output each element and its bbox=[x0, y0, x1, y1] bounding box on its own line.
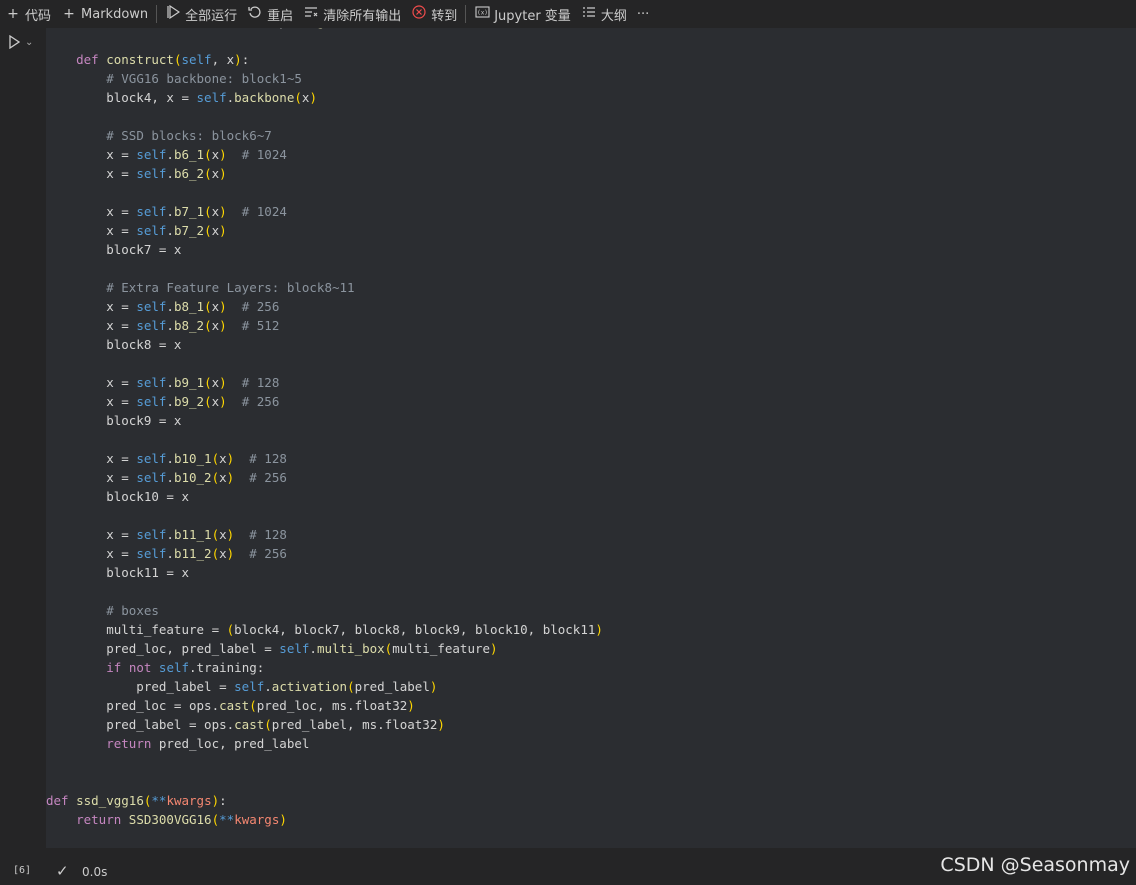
code-line[interactable]: x = self.b9_2(x) # 256 bbox=[46, 392, 603, 411]
goto-label: 转到 bbox=[431, 8, 458, 24]
outline-button[interactable]: 大纲 bbox=[576, 0, 632, 28]
code-line[interactable]: pred_loc = ops.cast(pred_loc, ms.float32… bbox=[46, 696, 603, 715]
code-line[interactable]: # VGG16 backbone: block1~5 bbox=[46, 69, 603, 88]
code-line[interactable]: block10 = x bbox=[46, 487, 603, 506]
run-all-button[interactable]: 全部运行 bbox=[160, 0, 242, 28]
code-line[interactable]: x = self.b10_2(x) # 256 bbox=[46, 468, 603, 487]
run-all-icon bbox=[165, 4, 181, 23]
run-cell-button[interactable]: ⌄ bbox=[8, 35, 33, 49]
code-line[interactable]: block11 = x bbox=[46, 563, 603, 582]
notebook-toolbar: + 代码 + Markdown 全部运行 重启 清除所有输出 转到 (x) Ju… bbox=[0, 0, 1136, 28]
clear-outputs-button[interactable]: 清除所有输出 bbox=[298, 0, 406, 28]
code-line[interactable]: # Extra Feature Layers: block8~11 bbox=[46, 278, 603, 297]
run-icon bbox=[9, 35, 20, 49]
goto-button[interactable]: 转到 bbox=[406, 0, 462, 28]
more-icon: ··· bbox=[636, 6, 650, 22]
add-markdown-cell-button[interactable]: + Markdown bbox=[56, 0, 153, 28]
code-line[interactable]: ​ bbox=[46, 183, 603, 202]
plus-icon: + bbox=[63, 6, 75, 22]
code-line[interactable]: ​ bbox=[46, 506, 603, 525]
add-code-cell-button[interactable]: + 代码 bbox=[0, 0, 56, 28]
code-line[interactable]: block8 = x bbox=[46, 335, 603, 354]
code-line[interactable]: ​ bbox=[46, 753, 603, 772]
execution-time: 0.0s bbox=[82, 865, 108, 879]
code-line[interactable]: # SSD blocks: block6~7 bbox=[46, 126, 603, 145]
code-line[interactable]: pred_label = ops.cast(pred_label, ms.flo… bbox=[46, 715, 603, 734]
code-line[interactable]: ​ bbox=[46, 772, 603, 791]
code-line[interactable]: pred_loc, pred_label = self.multi_box(mu… bbox=[46, 639, 603, 658]
code-line[interactable]: ​ bbox=[46, 31, 603, 50]
execution-count: [6] bbox=[13, 865, 32, 876]
restart-icon bbox=[247, 5, 263, 23]
plus-icon: + bbox=[7, 6, 19, 22]
cell-gutter: ⌄ bbox=[0, 28, 46, 860]
code-line[interactable]: x = self.b8_1(x) # 256 bbox=[46, 297, 603, 316]
interrupt-icon bbox=[411, 5, 427, 23]
restart-label: 重启 bbox=[267, 8, 294, 24]
code-line[interactable]: block9 = x bbox=[46, 411, 603, 430]
code-line[interactable]: if not self.training: bbox=[46, 658, 603, 677]
outline-label: 大纲 bbox=[600, 8, 627, 24]
code-line[interactable]: ​ bbox=[46, 354, 603, 373]
variables-icon: (x) bbox=[474, 5, 490, 23]
code-line[interactable]: x = self.b10_1(x) # 128 bbox=[46, 449, 603, 468]
code-line[interactable]: ​ bbox=[46, 430, 603, 449]
more-actions-button[interactable]: ··· bbox=[632, 0, 654, 28]
toolbar-divider bbox=[156, 5, 158, 23]
clear-outputs-label: 清除所有输出 bbox=[323, 8, 402, 24]
watermark: CSDN @Seasonmay bbox=[940, 854, 1130, 876]
code-line[interactable]: block4, x = self.backbone(x) bbox=[46, 88, 603, 107]
code-line[interactable]: return pred_loc, pred_label bbox=[46, 734, 603, 753]
code-line[interactable]: return SSD300VGG16(**kwargs) bbox=[46, 810, 603, 829]
code-line[interactable]: def ssd_vgg16(**kwargs): bbox=[46, 791, 603, 810]
jupyter-variables-button[interactable]: (x) Jupyter 变量 bbox=[469, 0, 576, 28]
check-icon: ✓ bbox=[56, 862, 69, 880]
code-editor[interactable]: self.activation = ops.Sigmoid()​ def con… bbox=[46, 28, 1136, 848]
add-markdown-label: Markdown bbox=[81, 6, 149, 22]
code-line[interactable]: ​ bbox=[46, 582, 603, 601]
code-line[interactable]: x = self.b8_2(x) # 512 bbox=[46, 316, 603, 335]
code-line[interactable]: ​ bbox=[46, 107, 603, 126]
code-line[interactable]: x = self.b9_1(x) # 128 bbox=[46, 373, 603, 392]
outline-icon bbox=[581, 5, 597, 23]
restart-button[interactable]: 重启 bbox=[242, 0, 298, 28]
clear-outputs-icon bbox=[303, 5, 319, 23]
code-line[interactable]: x = self.b11_2(x) # 256 bbox=[46, 544, 603, 563]
add-code-label: 代码 bbox=[25, 8, 52, 24]
toolbar-divider bbox=[465, 5, 467, 23]
jupyter-variables-label: Jupyter 变量 bbox=[494, 8, 571, 24]
run-all-label: 全部运行 bbox=[185, 8, 238, 24]
code-line[interactable]: ​ bbox=[46, 259, 603, 278]
code-line[interactable]: def construct(self, x): bbox=[46, 50, 603, 69]
code-line[interactable]: x = self.b6_2(x) bbox=[46, 164, 603, 183]
chevron-down-icon[interactable]: ⌄ bbox=[25, 37, 33, 48]
code-line[interactable]: x = self.b6_1(x) # 1024 bbox=[46, 145, 603, 164]
code-line[interactable]: x = self.b7_1(x) # 1024 bbox=[46, 202, 603, 221]
cell-status-bar: [6] ✓ 0.0s CSDN @Seasonmay bbox=[0, 854, 1136, 885]
notebook-cell: ⌄ self.activation = ops.Sigmoid()​ def c… bbox=[0, 28, 1136, 885]
code-line[interactable]: multi_feature = (block4, block7, block8,… bbox=[46, 620, 603, 639]
code-line[interactable]: pred_label = self.activation(pred_label) bbox=[46, 677, 603, 696]
svg-text:(x): (x) bbox=[477, 10, 488, 17]
code-line[interactable]: # boxes bbox=[46, 601, 603, 620]
code-line[interactable]: x = self.b7_2(x) bbox=[46, 221, 603, 240]
code-line[interactable]: x = self.b11_1(x) # 128 bbox=[46, 525, 603, 544]
code-content[interactable]: self.activation = ops.Sigmoid()​ def con… bbox=[46, 28, 603, 829]
code-line[interactable]: block7 = x bbox=[46, 240, 603, 259]
